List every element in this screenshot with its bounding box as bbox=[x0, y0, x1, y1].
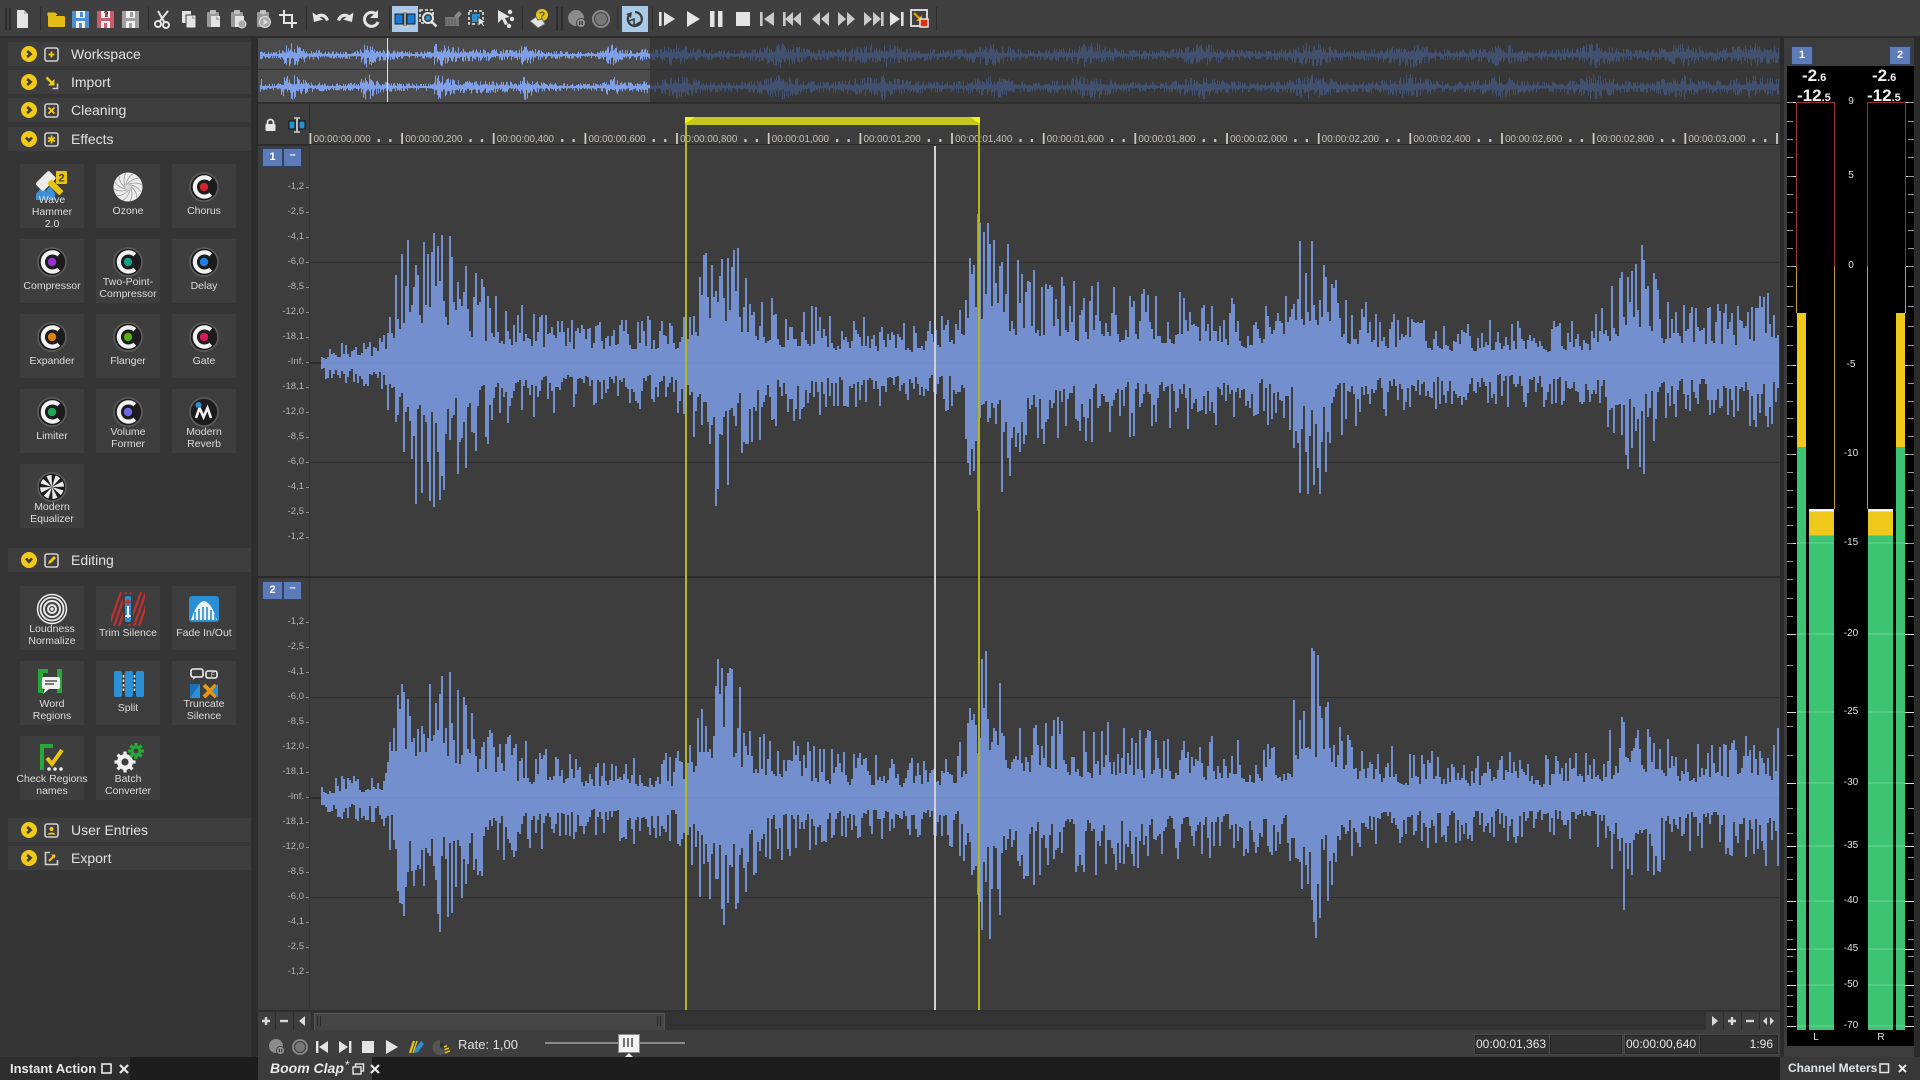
svg-text:?: ? bbox=[104, 10, 109, 19]
svg-text:2: 2 bbox=[58, 173, 64, 185]
svg-text:F: F bbox=[211, 673, 215, 679]
